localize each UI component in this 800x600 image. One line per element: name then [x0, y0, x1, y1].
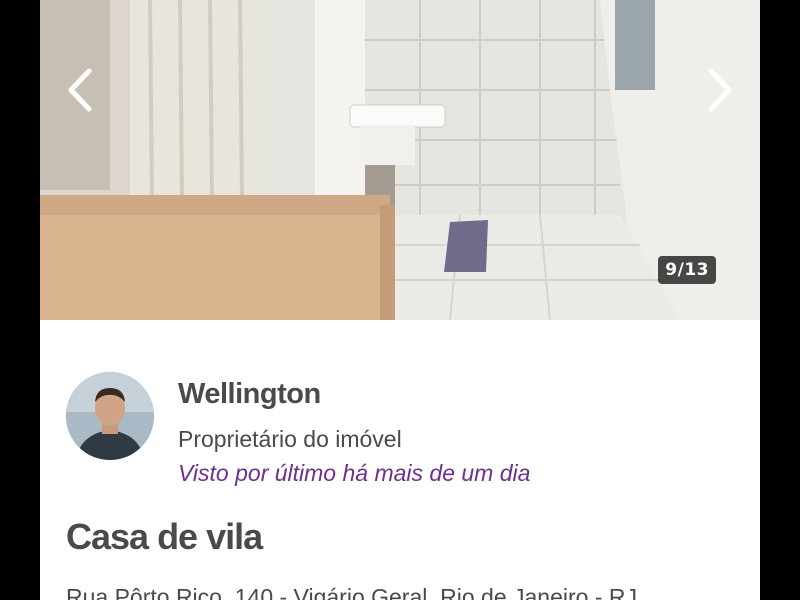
chevron-left-icon [68, 68, 92, 112]
owner-role: Proprietário do imóvel [178, 426, 402, 452]
property-photo [40, 0, 760, 320]
chevron-right-icon [708, 68, 732, 112]
property-address: Rua Pôrto Rico, 140 - Vigário Geral, Rio… [66, 584, 638, 600]
avatar-image [66, 372, 154, 460]
property-title: Casa de vila [66, 516, 263, 557]
owner-avatar[interactable] [66, 372, 154, 460]
prev-photo-button[interactable] [52, 62, 108, 118]
photo-counter: 9/13 [658, 256, 716, 284]
last-seen-status: Visto por último há mais de um dia [178, 460, 531, 486]
listing-details: Wellington Proprietário do imóvel Visto … [40, 320, 760, 600]
next-photo-button[interactable] [692, 62, 748, 118]
owner-name[interactable]: Wellington [178, 378, 321, 411]
photo-gallery[interactable]: 9/13 [40, 0, 760, 320]
